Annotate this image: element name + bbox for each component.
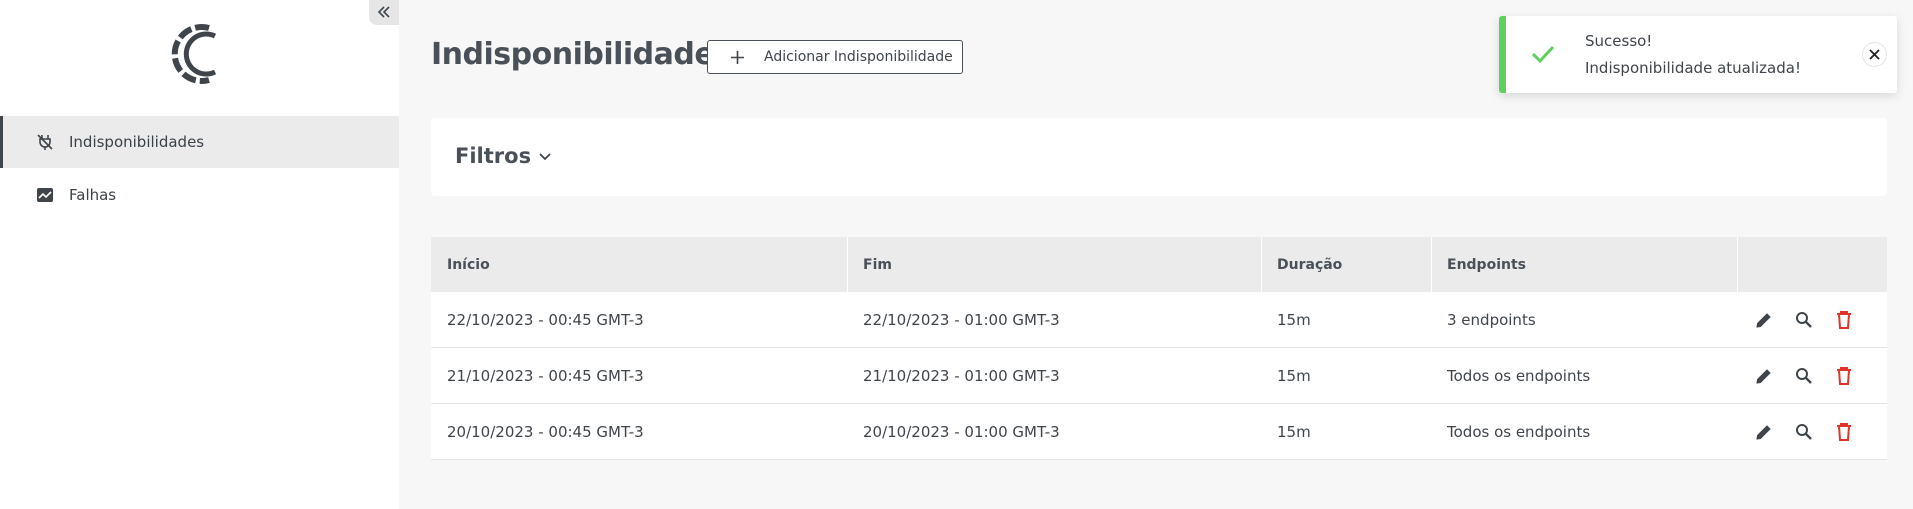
search-icon[interactable] — [1793, 365, 1815, 387]
toast-message: Indisponibilidade atualizada! — [1585, 59, 1801, 77]
table-row: 20/10/2023 - 00:45 GMT-3 20/10/2023 - 01… — [431, 404, 1887, 460]
cell-endpoints: Todos os endpoints — [1447, 423, 1591, 441]
column-header-inicio: Início — [447, 256, 490, 273]
row-actions — [1753, 348, 1855, 404]
column-header-endpoints: Endpoints — [1447, 256, 1526, 273]
search-icon[interactable] — [1793, 309, 1815, 331]
close-icon — [1869, 45, 1880, 64]
table-row: 22/10/2023 - 00:45 GMT-3 22/10/2023 - 01… — [431, 292, 1887, 348]
cell-duracao: 15m — [1277, 311, 1311, 329]
close-toast-button[interactable] — [1862, 42, 1887, 67]
cell-endpoints: Todos os endpoints — [1447, 367, 1591, 385]
row-actions — [1753, 292, 1855, 348]
success-toast: Sucesso! Indisponibilidade atualizada! — [1499, 16, 1897, 93]
logo — [168, 22, 226, 86]
double-chevron-left-icon — [377, 3, 391, 22]
check-icon — [1529, 40, 1557, 68]
collapse-sidebar-button[interactable] — [369, 0, 399, 25]
chevron-down-icon[interactable] — [537, 148, 553, 164]
trash-icon[interactable] — [1833, 365, 1855, 387]
cell-endpoints: 3 endpoints — [1447, 311, 1536, 329]
sidebar-item-label: Falhas — [69, 186, 117, 204]
toast-title: Sucesso! — [1585, 32, 1653, 50]
page-title: Indisponibilidades — [431, 37, 732, 72]
trash-icon[interactable] — [1833, 309, 1855, 331]
sidebar-item-label: Indisponibilidades — [69, 133, 205, 151]
cell-duracao: 15m — [1277, 367, 1311, 385]
cell-fim: 21/10/2023 - 01:00 GMT-3 — [863, 367, 1060, 385]
add-button-label: Adicionar Indisponibilidade — [764, 49, 953, 65]
cell-inicio: 20/10/2023 - 00:45 GMT-3 — [447, 423, 644, 441]
trash-icon[interactable] — [1833, 421, 1855, 443]
cell-inicio: 21/10/2023 - 00:45 GMT-3 — [447, 367, 644, 385]
plus-icon — [730, 50, 745, 65]
cell-inicio: 22/10/2023 - 00:45 GMT-3 — [447, 311, 644, 329]
cell-fim: 20/10/2023 - 01:00 GMT-3 — [863, 423, 1060, 441]
indisponibilidades-table: Início Fim Duração Endpoints 22/10/2023 … — [431, 237, 1887, 460]
filters-panel: Filtros — [431, 118, 1887, 196]
filters-title[interactable]: Filtros — [455, 144, 531, 168]
table-row: 21/10/2023 - 00:45 GMT-3 21/10/2023 - 01… — [431, 348, 1887, 404]
sidebar-item-indisponibilidades[interactable]: Indisponibilidades — [0, 116, 399, 168]
cell-fim: 22/10/2023 - 01:00 GMT-3 — [863, 311, 1060, 329]
table-header: Início Fim Duração Endpoints — [431, 237, 1887, 292]
chart-image-icon — [36, 186, 54, 204]
edit-icon[interactable] — [1753, 421, 1775, 443]
cell-duracao: 15m — [1277, 423, 1311, 441]
sidebar-item-falhas[interactable]: Falhas — [0, 169, 399, 221]
edit-icon[interactable] — [1753, 365, 1775, 387]
search-icon[interactable] — [1793, 421, 1815, 443]
add-indisponibilidade-button[interactable]: Adicionar Indisponibilidade — [707, 40, 963, 74]
sidebar: Indisponibilidades Falhas — [0, 0, 399, 509]
column-header-fim: Fim — [863, 256, 892, 273]
plug-off-icon — [36, 133, 54, 151]
column-header-duracao: Duração — [1277, 256, 1343, 273]
row-actions — [1753, 404, 1855, 460]
edit-icon[interactable] — [1753, 309, 1775, 331]
